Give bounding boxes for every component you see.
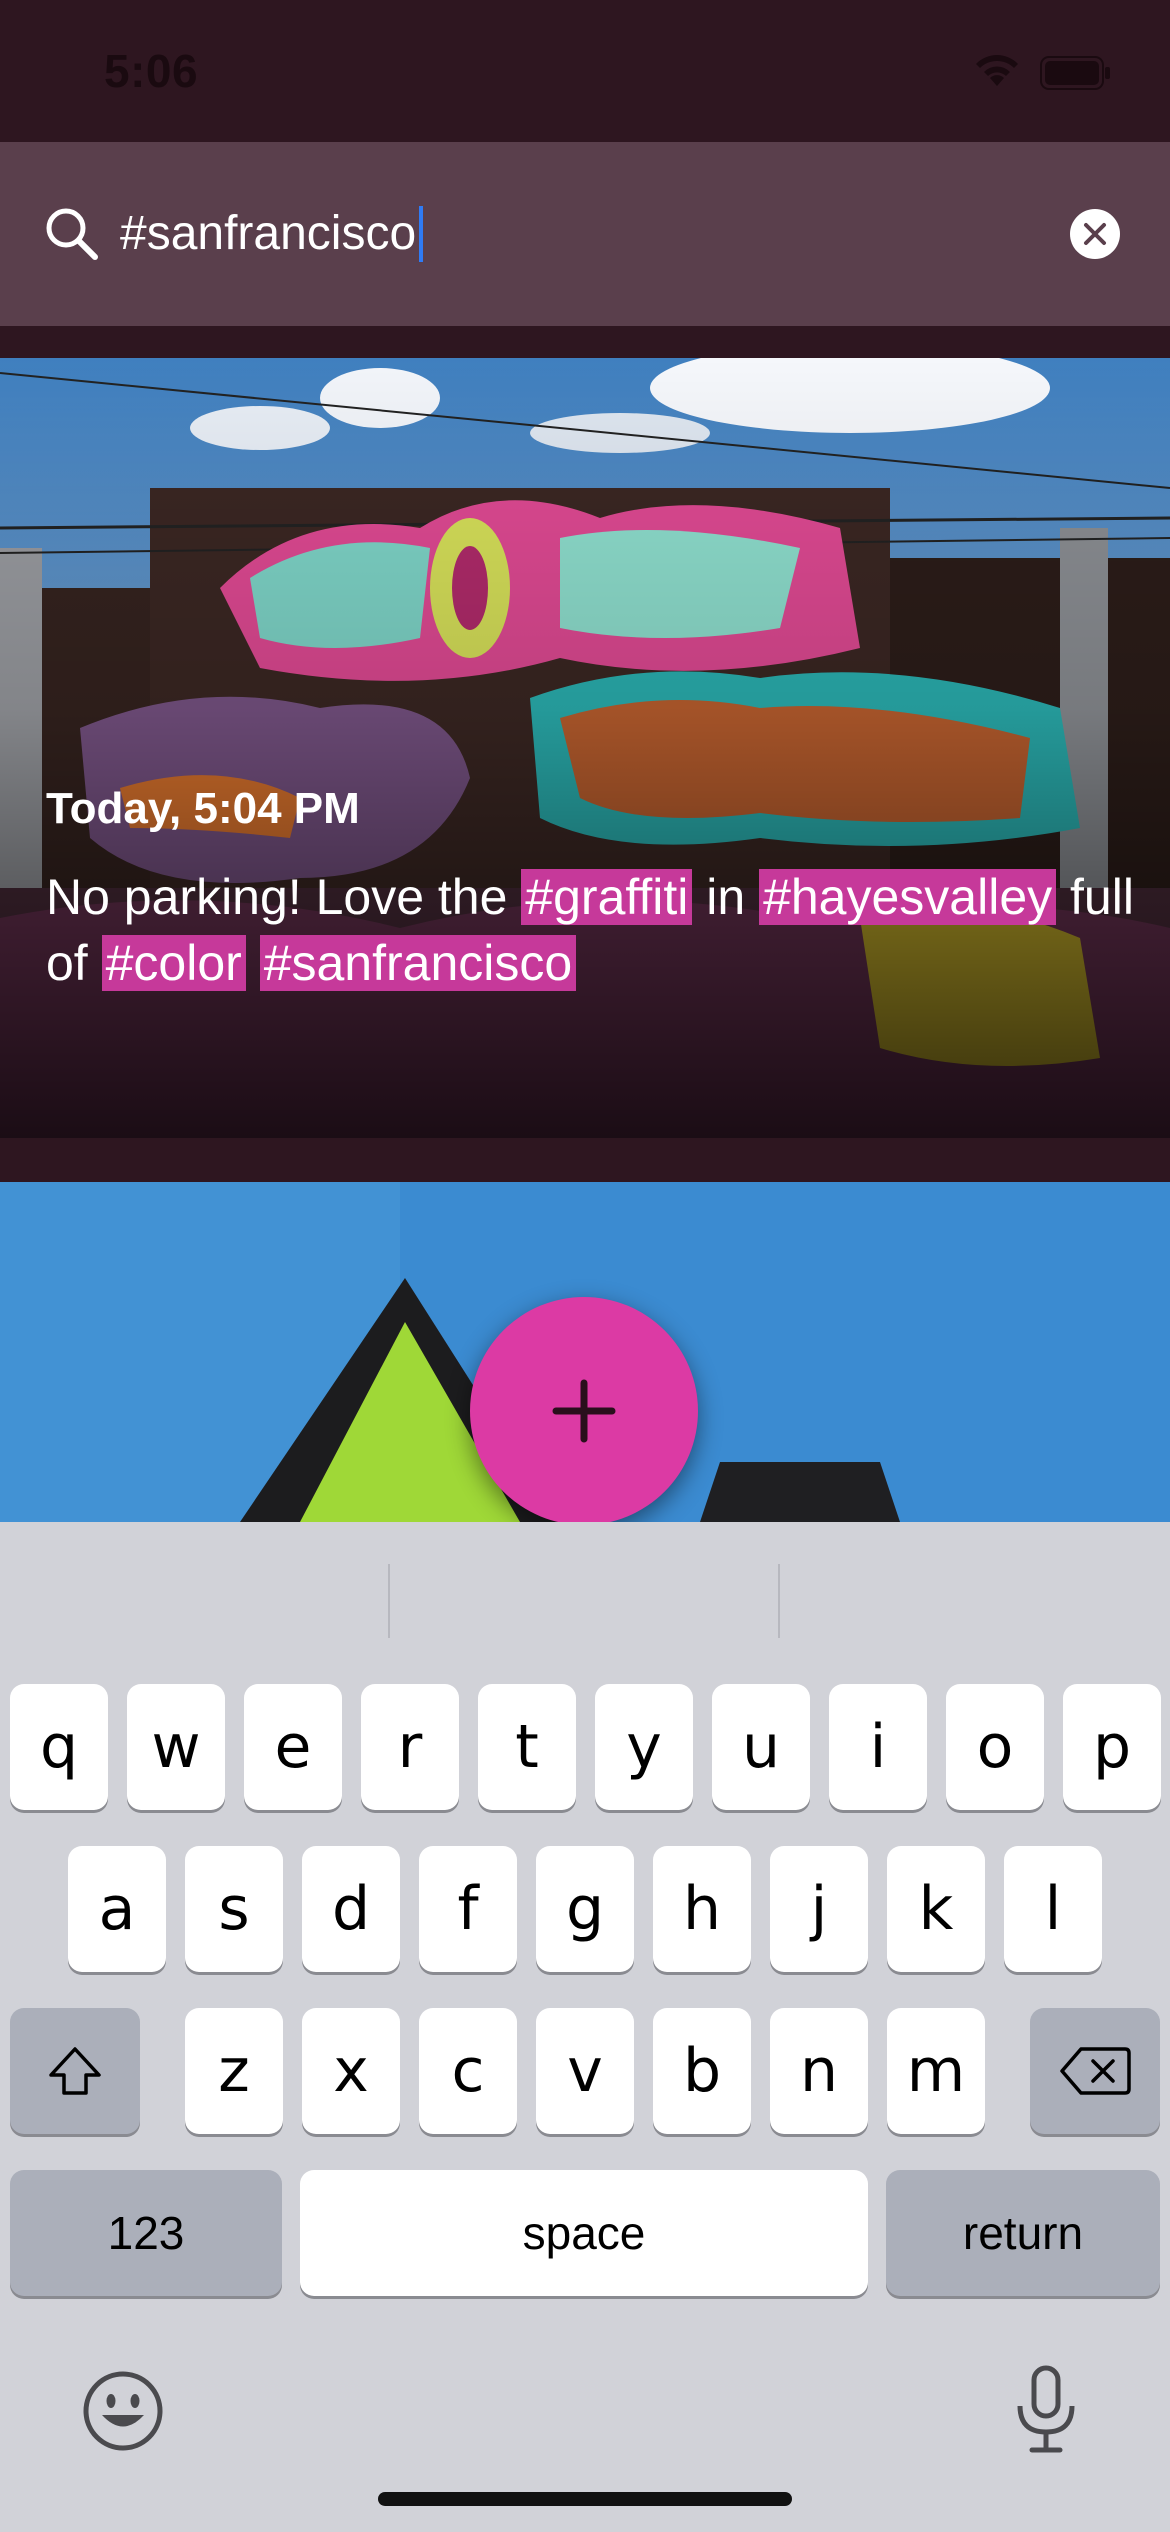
add-post-button[interactable] xyxy=(470,1297,698,1525)
key-j[interactable]: j xyxy=(770,1846,868,1972)
keyboard: q w e r t y u i o p a s d f g h j k l z … xyxy=(0,1522,1170,2532)
key-u[interactable]: u xyxy=(712,1684,810,1810)
search-input[interactable]: #sanfrancisco xyxy=(120,192,424,276)
key-l[interactable]: l xyxy=(1004,1846,1102,1972)
key-e[interactable]: e xyxy=(244,1684,342,1810)
key-g[interactable]: g xyxy=(536,1846,634,1972)
home-indicator xyxy=(378,2492,792,2506)
key-w[interactable]: w xyxy=(127,1684,225,1810)
space-key[interactable]: space xyxy=(300,2170,868,2296)
key-q[interactable]: q xyxy=(10,1684,108,1810)
key-y[interactable]: y xyxy=(595,1684,693,1810)
key-d[interactable]: d xyxy=(302,1846,400,1972)
delete-key[interactable] xyxy=(1030,2008,1160,2134)
key-v[interactable]: v xyxy=(536,2008,634,2134)
key-c[interactable]: c xyxy=(419,2008,517,2134)
status-time: 5:06 xyxy=(104,45,199,97)
search-query-text: #sanfrancisco xyxy=(120,207,417,260)
hashtag-link[interactable]: #color xyxy=(101,935,246,991)
key-o[interactable]: o xyxy=(946,1684,1044,1810)
emoji-icon[interactable] xyxy=(82,2370,164,2452)
shift-key[interactable] xyxy=(10,2008,140,2134)
numbers-key[interactable]: 123 xyxy=(10,2170,282,2296)
key-x[interactable]: x xyxy=(302,2008,400,2134)
key-f[interactable]: f xyxy=(419,1846,517,1972)
hashtag-link[interactable]: #graffiti xyxy=(521,869,693,925)
battery-icon xyxy=(1040,56,1110,90)
caption-text: No parking! Love the xyxy=(46,869,522,925)
suggestion-divider xyxy=(388,1564,390,1638)
hashtag-link[interactable]: #sanfrancisco xyxy=(259,935,577,991)
key-r[interactable]: r xyxy=(361,1684,459,1810)
key-m[interactable]: m xyxy=(887,2008,985,2134)
key-n[interactable]: n xyxy=(770,2008,868,2134)
key-a[interactable]: a xyxy=(68,1846,166,1972)
clear-search-button[interactable] xyxy=(1070,209,1120,259)
key-s[interactable]: s xyxy=(185,1846,283,1972)
suggestion-divider xyxy=(778,1564,780,1638)
key-b[interactable]: b xyxy=(653,2008,751,2134)
close-icon xyxy=(1084,223,1106,245)
text-cursor xyxy=(419,206,424,262)
wifi-icon xyxy=(976,55,1018,86)
post-timestamp: Today, 5:04 PM xyxy=(46,784,360,833)
hashtag-link[interactable]: #hayesvalley xyxy=(759,869,1057,925)
key-t[interactable]: t xyxy=(478,1684,576,1810)
return-key[interactable]: return xyxy=(886,2170,1160,2296)
shift-icon xyxy=(49,2047,101,2095)
key-i[interactable]: i xyxy=(829,1684,927,1810)
post-caption: No parking! Love the #graffiti in #hayes… xyxy=(46,864,1136,996)
post-card[interactable] xyxy=(0,358,1170,1138)
key-k[interactable]: k xyxy=(887,1846,985,1972)
microphone-icon[interactable] xyxy=(1010,2364,1082,2456)
caption-text xyxy=(246,935,260,991)
search-icon xyxy=(46,208,98,260)
key-p[interactable]: p xyxy=(1063,1684,1161,1810)
key-z[interactable]: z xyxy=(185,2008,283,2134)
post-photo xyxy=(0,358,1170,1138)
key-h[interactable]: h xyxy=(653,1846,751,1972)
search-bar: #sanfrancisco xyxy=(0,142,1170,326)
backspace-icon xyxy=(1060,2047,1131,2095)
plus-icon xyxy=(552,1379,616,1443)
caption-text: in xyxy=(692,869,760,925)
status-bar: 5:06 xyxy=(0,0,1170,142)
